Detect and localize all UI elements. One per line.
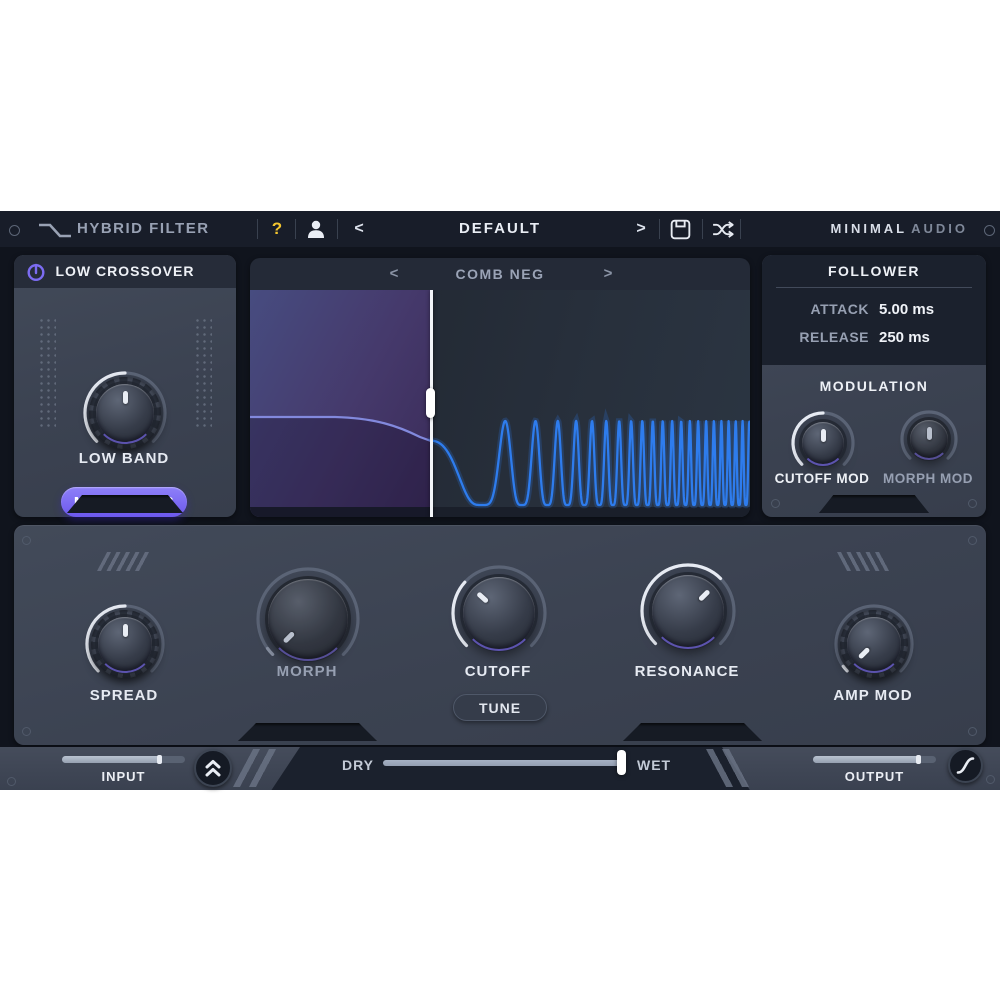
low-crossover-panel: LOW CROSSOVER LOW BAND MONO LOWS <box>14 255 236 553</box>
screw <box>771 499 780 508</box>
screw <box>22 536 31 545</box>
randomize-shuffle-icon[interactable] <box>710 217 736 242</box>
crossover-divider-handle[interactable] <box>426 388 435 418</box>
dry-wet-slider[interactable] <box>383 750 626 775</box>
screw <box>7 777 16 786</box>
brand-logo-icon <box>39 223 71 238</box>
save-preset-icon[interactable] <box>668 217 693 242</box>
screw <box>22 727 31 736</box>
attack-value[interactable]: 5.00 ms <box>879 301 965 318</box>
spread-label: SPREAD <box>89 687 159 704</box>
dry-label: DRY <box>341 757 374 773</box>
texture-dots <box>38 317 56 429</box>
input-label: INPUT <box>101 769 146 784</box>
knob-pointer <box>82 601 168 687</box>
window-dot-right <box>984 225 995 236</box>
amp-mod-label: AMP MOD <box>833 687 913 704</box>
screw <box>986 775 995 784</box>
modulation-title: MODULATION <box>819 378 929 394</box>
output-gain-slider[interactable] <box>813 755 936 764</box>
preset-prev-button[interactable]: < <box>350 211 368 247</box>
amp-mod-knob[interactable] <box>831 601 917 687</box>
resonance-knob[interactable] <box>637 560 739 662</box>
saturation-curve-icon <box>956 757 975 774</box>
page: HYBRID FILTER ? < DEFAULT > MINIMAL AUDIO <box>0 0 1000 1000</box>
separator <box>659 219 660 239</box>
tune-button[interactable]: TUNE <box>453 694 547 721</box>
cutoff-knob[interactable] <box>448 562 550 664</box>
panel-notch <box>623 723 762 741</box>
user-account-icon[interactable] <box>304 217 328 241</box>
double-chevron-up-icon <box>205 760 221 777</box>
slider-thumb[interactable] <box>915 755 921 764</box>
plugin-title: HYBRID FILTER <box>77 220 210 237</box>
wet-label: WET <box>637 757 672 773</box>
knob-pointer <box>80 368 170 458</box>
follower-box: FOLLOWER ATTACK 5.00 ms RELEASE 250 ms <box>762 255 986 365</box>
decor-hatch-left <box>96 552 152 571</box>
resonance-label: RESONANCE <box>634 663 740 680</box>
input-gain-slider[interactable] <box>62 755 185 764</box>
panel-notch <box>238 723 377 741</box>
brand-name: MINIMAL AUDIO <box>831 211 969 247</box>
low-crossover-header: LOW CROSSOVER <box>14 255 236 288</box>
output-label: OUTPUT <box>844 769 905 784</box>
screw <box>968 536 977 545</box>
low-band-knob[interactable] <box>80 368 170 458</box>
morph-mod-knob[interactable] <box>897 407 961 471</box>
release-label: RELEASE <box>799 329 869 345</box>
low-curve-fill <box>250 417 431 517</box>
filter-display-screen <box>250 290 750 517</box>
dry-wet-thumb[interactable] <box>617 750 626 775</box>
separator <box>740 219 741 239</box>
morph-knob[interactable] <box>253 564 363 674</box>
window-dot-left <box>9 225 20 236</box>
follower-title: FOLLOWER <box>827 263 921 279</box>
spread-knob[interactable] <box>82 601 168 687</box>
plugin-window: HYBRID FILTER ? < DEFAULT > MINIMAL AUDIO <box>0 211 1000 790</box>
brand-secondary: AUDIO <box>911 221 968 236</box>
release-row[interactable]: RELEASE 250 ms <box>762 329 986 346</box>
panel-notch <box>819 495 929 513</box>
attack-row[interactable]: ATTACK 5.00 ms <box>762 301 986 318</box>
low-band-label: LOW BAND <box>78 450 170 467</box>
knob-pointer <box>897 407 961 471</box>
knob-pointer <box>788 408 858 478</box>
main-controls-panel: SPREAD MORPH CUTOFF RESONANCE AMP MOD TU… <box>14 525 986 745</box>
screw <box>968 727 977 736</box>
preset-name[interactable]: DEFAULT <box>400 211 600 247</box>
collapse-panel-button[interactable] <box>194 749 232 787</box>
slider-fill <box>813 756 919 763</box>
brand-primary: MINIMAL <box>830 221 908 236</box>
soft-clip-button[interactable] <box>948 748 983 783</box>
decor-hatch-right <box>836 552 892 571</box>
morph-mod-label: MORPH MOD <box>883 471 973 486</box>
low-crossover-title: LOW CROSSOVER <box>55 263 195 279</box>
power-icon[interactable] <box>26 262 46 282</box>
follower-divider <box>776 287 972 288</box>
texture-dots <box>194 317 212 429</box>
cutoff-label: CUTOFF <box>464 663 532 680</box>
bottom-bar: INPUT DRY WET OUTPUT <box>0 747 1000 790</box>
cutoff-mod-knob[interactable] <box>788 408 858 478</box>
help-button[interactable]: ? <box>266 211 288 247</box>
filter-type-name[interactable]: COMB NEG <box>250 258 750 290</box>
morph-label: MORPH <box>276 663 338 680</box>
separator <box>257 219 258 239</box>
preset-next-button[interactable]: > <box>632 211 650 247</box>
separator <box>337 219 338 239</box>
separator <box>702 219 703 239</box>
panel-notch <box>67 495 183 513</box>
follower-modulation-panel: FOLLOWER ATTACK 5.00 ms RELEASE 250 ms M… <box>762 255 986 517</box>
separator <box>295 219 296 239</box>
filter-type-next-button[interactable]: > <box>598 258 618 290</box>
release-value[interactable]: 250 ms <box>879 329 965 346</box>
attack-label: ATTACK <box>810 301 869 317</box>
top-bar: HYBRID FILTER ? < DEFAULT > MINIMAL AUDIO <box>0 211 1000 247</box>
screw <box>968 499 977 508</box>
slider-thumb[interactable] <box>157 755 163 764</box>
wave-svg <box>250 408 750 517</box>
slider-fill <box>62 756 161 763</box>
filter-display-panel: < COMB NEG > <box>250 258 750 517</box>
